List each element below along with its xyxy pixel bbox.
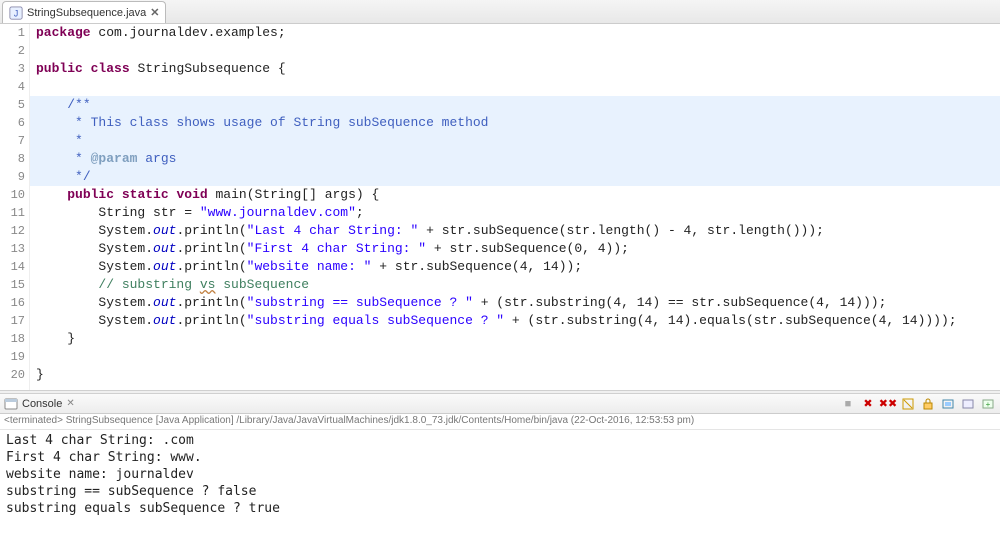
console-icon	[4, 397, 18, 411]
console-line: substring == subSequence ? false	[6, 483, 994, 500]
console-line: substring equals subSequence ? true	[6, 500, 994, 517]
console-status-line: <terminated> StringSubsequence [Java App…	[0, 414, 1000, 430]
clear-console-icon[interactable]	[900, 396, 916, 412]
tab-filename: StringSubsequence.java	[27, 7, 146, 19]
console-tab-label[interactable]: Console	[22, 398, 62, 410]
code-line[interactable]: System.out.println("substring equals sub…	[36, 312, 1000, 330]
code-line[interactable]	[36, 78, 1000, 96]
console-line: First 4 char String: www.	[6, 449, 994, 466]
console-line: website name: journaldev	[6, 466, 994, 483]
display-selected-console-icon[interactable]	[960, 396, 976, 412]
scroll-lock-icon[interactable]	[920, 396, 936, 412]
code-line[interactable]: public class StringSubsequence {	[36, 60, 1000, 78]
console-tab-close-icon[interactable]: ✕	[66, 398, 74, 409]
editor-tab-bar: J StringSubsequence.java ✕	[0, 0, 1000, 24]
java-file-icon: J	[9, 6, 23, 20]
console-output[interactable]: Last 4 char String: .com First 4 char St…	[0, 430, 1000, 519]
code-line[interactable]: System.out.println("First 4 char String:…	[36, 240, 1000, 258]
tab-close-icon[interactable]: ✕	[150, 6, 159, 19]
code-line[interactable]: // substring vs subSequence	[36, 276, 1000, 294]
terminate-icon[interactable]: ■	[840, 396, 856, 412]
code-line[interactable]: System.out.println("Last 4 char String: …	[36, 222, 1000, 240]
line-number-gutter: 1234 5678 9101112 13141516 17181920	[0, 24, 30, 390]
code-line[interactable]: }	[36, 330, 1000, 348]
console-header: Console ✕ ■ ✖ ✖✖ +	[0, 394, 1000, 414]
code-line[interactable]: package com.journaldev.examples;	[36, 24, 1000, 42]
pin-console-icon[interactable]	[940, 396, 956, 412]
code-line[interactable]	[36, 42, 1000, 60]
code-line[interactable]: System.out.println("website name: " + st…	[36, 258, 1000, 276]
code-line[interactable]: System.out.println("substring == subSequ…	[36, 294, 1000, 312]
remove-all-icon[interactable]: ✖✖	[880, 396, 896, 412]
code-area[interactable]: package com.journaldev.examples; public …	[30, 24, 1000, 390]
console-line: Last 4 char String: .com	[6, 432, 994, 449]
code-line[interactable]: }	[36, 366, 1000, 384]
editor-tab[interactable]: J StringSubsequence.java ✕	[2, 1, 166, 23]
open-console-icon[interactable]: +	[980, 396, 996, 412]
code-editor[interactable]: 1234 5678 9101112 13141516 17181920 pack…	[0, 24, 1000, 390]
remove-launch-icon[interactable]: ✖	[860, 396, 876, 412]
console-toolbar: ■ ✖ ✖✖ +	[840, 396, 996, 412]
svg-text:J: J	[14, 8, 18, 18]
svg-text:+: +	[986, 400, 991, 409]
code-line[interactable]: public static void main(String[] args) {	[36, 186, 1000, 204]
code-line[interactable]: String str = "www.journaldev.com";	[36, 204, 1000, 222]
code-line[interactable]	[36, 348, 1000, 366]
